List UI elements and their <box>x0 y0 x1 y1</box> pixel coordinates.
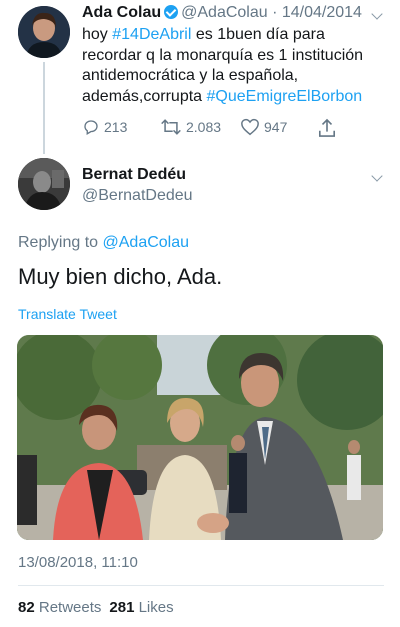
text-segment: antidemocrática y la española, <box>82 67 299 84</box>
parent-tweet-header: Ada Colau @AdaColau · 14/04/2014 <box>82 4 362 22</box>
chevron-down-icon[interactable] <box>371 170 383 182</box>
parent-text-line: además,corrupta #QueEmigreElBorbon <box>82 87 394 108</box>
parent-author-name[interactable]: Ada Colau <box>82 4 161 21</box>
replying-to: Replying to @AdaColau <box>18 234 189 252</box>
replying-mention[interactable]: @AdaColau <box>103 234 190 251</box>
avatar-bernat-dedeu[interactable] <box>18 158 70 210</box>
share-icon <box>318 118 336 137</box>
replying-prefix: Replying to <box>18 234 103 251</box>
parent-tweet-date[interactable]: 14/04/2014 <box>282 4 362 21</box>
retweets-count: 82 <box>18 599 35 616</box>
retweet-icon <box>161 119 181 135</box>
main-author-handle[interactable]: @BernatDedeu <box>82 187 193 205</box>
likes-count: 281 <box>109 599 135 616</box>
parent-text-line: recordar q la monarquía es 1 institución <box>82 46 394 67</box>
like-button[interactable]: 947 <box>240 118 287 136</box>
likes-label: Likes <box>138 599 174 616</box>
main-author-name[interactable]: Bernat Dedéu <box>82 166 186 184</box>
hashtag-link[interactable]: #14DeAbril <box>112 26 191 43</box>
reply-count: 213 <box>104 119 128 135</box>
retweet-count: 2.083 <box>186 119 222 135</box>
likes-stat[interactable]: 281 Likes <box>109 599 173 616</box>
parent-tweet-text: hoy #14DeAbril es 1buen día para recordar… <box>82 25 394 107</box>
text-segment: es 1buen día para <box>191 26 325 43</box>
hashtag-link[interactable]: #QueEmigreElBorbon <box>207 88 363 105</box>
retweet-button[interactable]: 2.083 <box>160 118 221 136</box>
tweet-timestamp[interactable]: 13/08/2018, 11:10 <box>18 554 138 571</box>
reply-button[interactable]: 213 <box>82 118 127 136</box>
retweets-stat[interactable]: 82 Retweets <box>18 599 101 616</box>
avatar-ada-colau[interactable] <box>18 6 70 58</box>
text-segment: además,corrupta <box>82 87 207 105</box>
tweet-photo[interactable] <box>17 335 383 540</box>
translate-tweet-link[interactable]: Translate Tweet <box>18 306 117 322</box>
text-segment: recordar q la monarquía es 1 institución <box>82 46 364 64</box>
parent-text-line: hoy #14DeAbril es 1buen día para <box>82 25 394 46</box>
retweets-label: Retweets <box>38 599 102 616</box>
like-count: 947 <box>264 119 288 135</box>
parent-tweet-actions: 213 2.083 947 <box>82 118 382 138</box>
text-segment: hoy <box>82 26 113 43</box>
thread-line <box>43 62 45 154</box>
chevron-down-icon[interactable] <box>371 8 383 20</box>
engagement-counts: 82 Retweets 281 Likes <box>18 599 174 616</box>
main-tweet-text: Muy bien dicho, Ada. <box>18 264 223 289</box>
verified-badge-icon <box>164 5 179 19</box>
parent-text-line: antidemocrática y la española, <box>82 66 394 87</box>
reply-icon <box>84 120 98 135</box>
share-button[interactable] <box>318 118 340 138</box>
dot-separator: · <box>267 4 282 21</box>
divider <box>18 585 384 586</box>
parent-author-handle[interactable]: @AdaColau <box>181 4 268 21</box>
heart-icon <box>241 118 259 136</box>
